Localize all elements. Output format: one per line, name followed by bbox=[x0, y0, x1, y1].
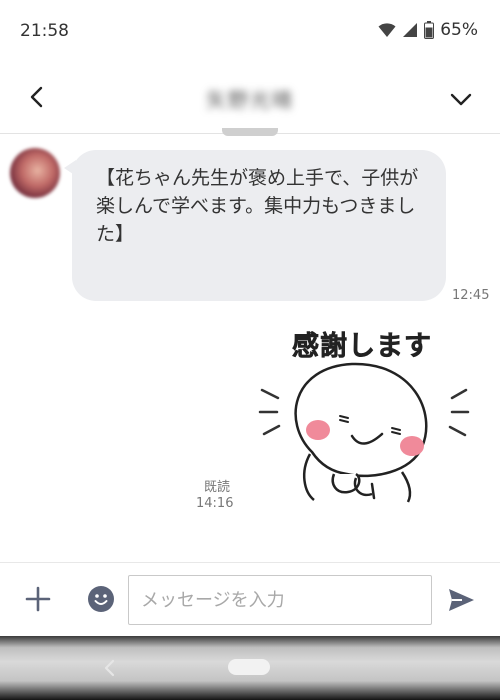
message-input[interactable] bbox=[128, 575, 432, 625]
status-bar: 21:58 65% bbox=[0, 0, 500, 62]
send-icon[interactable] bbox=[446, 585, 476, 615]
chat-screen: 21:58 65% 矢野光晴 【花ちゃん先生が褒め上手で、子供が楽しんで学べます… bbox=[0, 0, 500, 700]
nav-back-icon[interactable] bbox=[100, 656, 120, 680]
battery-icon bbox=[424, 21, 435, 39]
read-status: 既読 bbox=[204, 480, 231, 495]
incoming-message-time: 12:45 bbox=[452, 288, 490, 303]
status-icons: 65% bbox=[378, 20, 478, 40]
nav-home-pill[interactable] bbox=[228, 659, 270, 675]
emoji-icon[interactable] bbox=[87, 585, 115, 613]
sent-message-time: 14:16 bbox=[196, 496, 234, 511]
incoming-message-bubble[interactable]: 【花ちゃん先生が褒め上手で、子供が楽しんで学べます。集中力もつきました】 bbox=[72, 150, 446, 301]
battery-percent: 65% bbox=[440, 20, 478, 40]
sticker-text: 感謝します bbox=[292, 331, 432, 363]
plus-icon[interactable] bbox=[24, 585, 52, 613]
chevron-down-icon[interactable] bbox=[444, 82, 478, 116]
status-time: 21:58 bbox=[20, 21, 69, 41]
sticker[interactable]: 感謝します bbox=[252, 312, 482, 512]
input-bar bbox=[0, 562, 500, 636]
message-text: 【花ちゃん先生が褒め上手で、子供が楽しんで学べます。集中力もつきました】 bbox=[96, 167, 419, 245]
chat-header: 矢野光晴 bbox=[0, 62, 500, 134]
scroll-indicator bbox=[222, 128, 278, 136]
contact-name[interactable]: 矢野光晴 bbox=[0, 84, 500, 113]
wifi-icon bbox=[378, 23, 396, 37]
navigation-bar bbox=[0, 636, 500, 700]
cell-signal-icon bbox=[403, 23, 418, 37]
avatar[interactable] bbox=[10, 148, 60, 198]
